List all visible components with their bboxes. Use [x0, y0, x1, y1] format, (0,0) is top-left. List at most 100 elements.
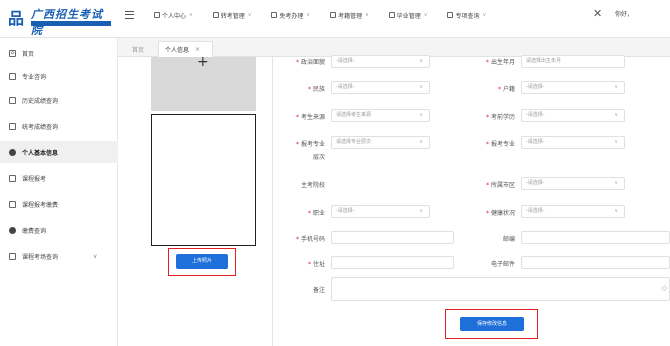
- upload-photo-button[interactable]: 上传照片: [176, 254, 228, 269]
- logo-seal-icon: 品: [8, 9, 25, 28]
- topnav-label: 免考办理: [279, 12, 304, 20]
- chevron-down-icon: ∨: [419, 208, 423, 214]
- topnav-label: 专项查询: [455, 12, 480, 20]
- sidebar-item-label: 课程报考: [22, 175, 47, 183]
- label-major: * 报考专业: [485, 141, 515, 148]
- pen-icon: [9, 226, 16, 234]
- label-student-source: * 考生来源: [295, 114, 325, 121]
- folder-icon: [9, 252, 16, 260]
- sidebar-item-major-consult[interactable]: 专业咨询: [0, 65, 118, 87]
- phone-input[interactable]: [331, 231, 454, 244]
- label-ethnicity: * 民族: [307, 86, 325, 93]
- resize-handle-icon[interactable]: ◇: [662, 284, 667, 292]
- chevron-down-icon: ∨: [423, 12, 428, 18]
- label-political-status: * 政治面貌: [295, 59, 325, 66]
- sidebar-item-exam-room-query[interactable]: 课程考场查询 ∨: [0, 245, 118, 267]
- save-changes-button[interactable]: 保存修改信息: [460, 317, 524, 331]
- topnav-exemption[interactable]: 免考办理 ∨: [271, 9, 310, 21]
- chevron-down-icon: ∨: [189, 12, 193, 18]
- calendar-icon: [9, 72, 16, 80]
- topnav-records[interactable]: 考籍管理 ∨: [330, 9, 369, 21]
- sidebar-item-course-register[interactable]: 课程报考: [0, 167, 118, 189]
- bar-chart-icon: [9, 200, 16, 208]
- chevron-down-icon: ∨: [614, 180, 618, 186]
- birth-date-picker[interactable]: 请选择出生年月: [521, 55, 625, 68]
- sidebar-item-history-scores[interactable]: 历史成绩查询: [0, 89, 118, 111]
- sidebar-item-label: 个人基本信息: [22, 149, 59, 157]
- sidebar-item-course-payment[interactable]: 课程报考缴费: [0, 193, 118, 215]
- topnav-label: 毕业管理: [396, 12, 421, 20]
- chevron-down-icon: ∨: [419, 139, 423, 145]
- document-icon: [9, 96, 16, 104]
- sidebar-item-label: 课程考场查询: [22, 253, 59, 261]
- close-icon[interactable]: ×: [195, 46, 200, 53]
- chevron-down-icon: ∨: [93, 252, 98, 260]
- topnav-transfer[interactable]: 转考管理 ∨: [212, 9, 252, 21]
- chevron-down-icon: ∨: [614, 208, 618, 214]
- topnav-label: 转考管理: [220, 12, 245, 20]
- ethnicity-select[interactable]: -请选择- ∨: [331, 81, 430, 94]
- topnav-special-query[interactable]: 专项查询 ∨: [447, 9, 486, 21]
- label-major-level-2: 层次: [312, 154, 325, 161]
- user-greeting[interactable]: 你好，: [615, 9, 633, 18]
- topnav-personal-center[interactable]: 个人中心 ∨: [154, 9, 193, 21]
- tab-home[interactable]: 首页: [124, 41, 152, 57]
- topnav-label: 个人中心: [162, 12, 187, 20]
- tab-label: 个人信息: [165, 47, 190, 54]
- label-email: 电子邮件: [490, 261, 515, 268]
- calendar-icon: [9, 122, 16, 130]
- plus-icon: +: [197, 54, 209, 70]
- column-divider: [272, 57, 273, 346]
- sidebar-item-label: 缴费查询: [22, 227, 47, 235]
- remarks-textarea[interactable]: ◇: [331, 277, 670, 301]
- site-logo[interactable]: 品 广西招生考试院: [4, 4, 112, 37]
- label-household: * 户籍: [497, 86, 515, 93]
- photo-preview-frame: [151, 114, 256, 246]
- political-status-select[interactable]: -请选择- ∨: [331, 55, 430, 68]
- label-occupation: * 职业: [307, 210, 325, 217]
- household-select[interactable]: -请选择- ∨: [521, 81, 625, 94]
- health-select[interactable]: -请选择- ∨: [521, 205, 625, 218]
- chevron-down-icon: ∨: [614, 112, 618, 118]
- home-icon: ⌂: [9, 49, 16, 57]
- chevron-down-icon: ∨: [365, 12, 369, 18]
- major-select[interactable]: -请选择- ∨: [521, 136, 625, 149]
- sidebar-item-label: 首页: [22, 50, 35, 58]
- topnav-graduation[interactable]: 毕业管理 ∨: [388, 9, 428, 21]
- label-prior-education: * 考前学历: [485, 114, 515, 121]
- label-major-level: * 报考专业: [295, 141, 325, 148]
- sidebar-item-home[interactable]: ⌂ 首页: [0, 42, 118, 64]
- prior-education-select[interactable]: -请选择- ∨: [521, 109, 625, 122]
- fullscreen-icon[interactable]: ✕: [593, 7, 602, 20]
- top-navigation: 个人中心 ∨ 转考管理 ∨ 免考办理 ∨ 考籍管理 ∨ 毕业管理 ∨ 专项查询 …: [154, 9, 506, 21]
- student-source-select[interactable]: 请选择考生来源 ∨: [331, 109, 430, 122]
- email-input[interactable]: [521, 256, 670, 269]
- user-icon: [9, 148, 16, 156]
- sidebar-item-personal-info[interactable]: 个人基本信息: [0, 141, 118, 163]
- photo-upload-area[interactable]: +: [151, 54, 256, 111]
- sidebar-item-payment-query[interactable]: 缴费查询: [0, 219, 118, 241]
- label-main-institution: 主考院校: [300, 182, 325, 189]
- label-district: * 所属市区: [485, 182, 515, 189]
- label-postcode: 邮编: [502, 236, 515, 243]
- major-level-select[interactable]: 请选择专业层次 ∨: [331, 136, 430, 149]
- occupation-select[interactable]: -请选择- ∨: [331, 205, 430, 218]
- sidebar-item-unified-scores[interactable]: 统考成绩查询: [0, 115, 118, 137]
- chevron-down-icon: ∨: [419, 84, 423, 90]
- chevron-down-icon: ∨: [614, 139, 618, 145]
- postcode-input[interactable]: [521, 231, 670, 244]
- top-bar: 品 广西招生考试院 个人中心 ∨ 转考管理 ∨ 免考办理 ∨ 考籍管理 ∨ 毕业…: [0, 0, 670, 38]
- label-health: * 健康状况: [485, 210, 515, 217]
- logo-underline: [31, 21, 111, 26]
- topnav-folder-icon: [271, 12, 278, 18]
- chevron-down-icon: ∨: [482, 12, 487, 18]
- chevron-down-icon: ∨: [247, 12, 252, 18]
- chevron-down-icon: ∨: [306, 12, 311, 18]
- district-select[interactable]: -请选择- ∨: [521, 177, 625, 190]
- topnav-folder-icon: [330, 12, 337, 18]
- topnav-folder-icon: [212, 12, 219, 18]
- address-input[interactable]: [331, 256, 454, 269]
- menu-toggle-icon[interactable]: [125, 11, 134, 19]
- sidebar-item-label: 专业咨询: [22, 73, 47, 81]
- sidebar: ⌂ 首页 专业咨询 历史成绩查询 统考成绩查询 个人基本信息 课程报考 课程报考…: [0, 38, 118, 346]
